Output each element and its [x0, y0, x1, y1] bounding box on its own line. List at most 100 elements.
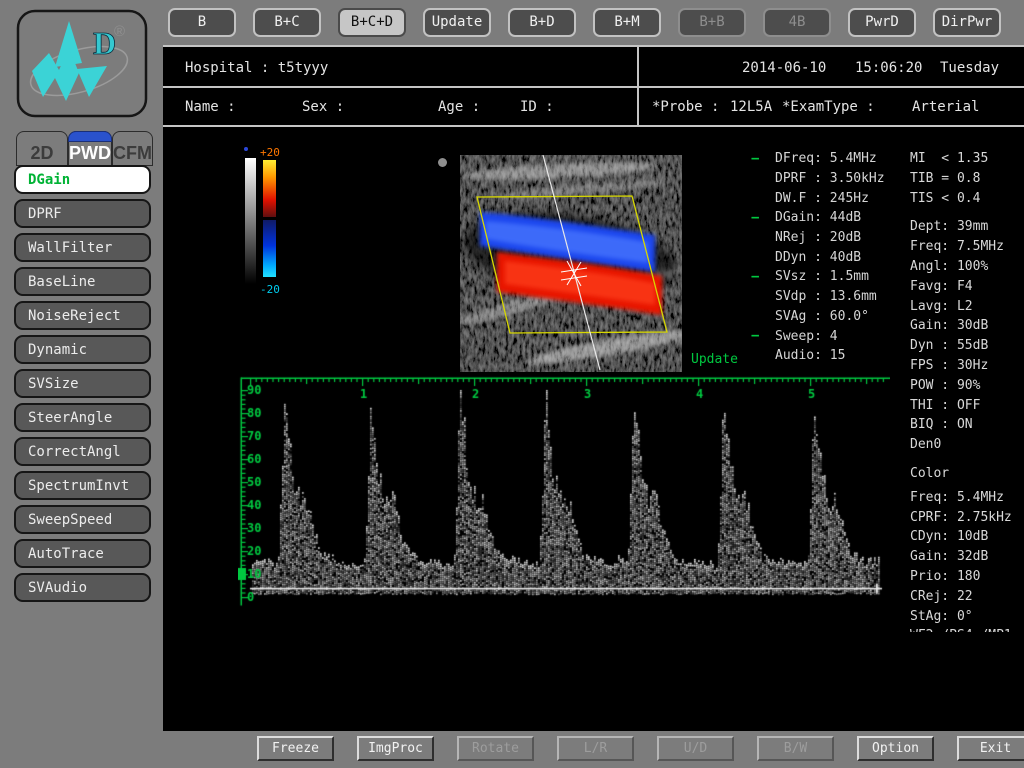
- bottom-button[interactable]: B/W: [757, 736, 834, 761]
- ultrasound-console-screen: B B+C B+C+D Update B+D B+M B+B 4B PwrD D…: [0, 0, 1024, 768]
- system-parameter-row: CRej: 22: [910, 587, 1024, 607]
- system-parameter-row: POW : 90%: [910, 376, 1024, 396]
- bottom-button[interactable]: Exit: [957, 736, 1024, 761]
- menu-button[interactable]: DPRF: [14, 199, 151, 228]
- update-status-label: Update: [691, 352, 738, 367]
- mode-button[interactable]: B+C: [253, 8, 321, 37]
- doppler-colorbar: [263, 160, 276, 280]
- time-label: 15:06:20: [855, 60, 922, 76]
- mode-button[interactable]: Update: [423, 8, 491, 37]
- pw-parameter-row: SVAg : 60.0°: [751, 307, 901, 327]
- pw-parameter-row: DDyn : 40dB: [751, 247, 901, 267]
- doppler-colorbar-positive: [263, 160, 276, 217]
- menu-button[interactable]: Dynamic: [14, 335, 151, 364]
- header-divider-bottom: [163, 125, 1024, 127]
- bottom-button[interactable]: Option: [857, 736, 934, 761]
- mode-toolbar: B B+C B+C+D Update B+D B+M B+B 4B PwrD D…: [168, 8, 1001, 37]
- mode-button[interactable]: B: [168, 8, 236, 37]
- pw-parameter-row: DPRF : 3.50kHz: [751, 169, 901, 189]
- mode-button[interactable]: 4B: [763, 8, 831, 37]
- sidebar-tab[interactable]: PWD: [68, 131, 112, 166]
- name-label: Name :: [185, 99, 236, 115]
- bmode-image: [460, 155, 682, 372]
- age-label: Age :: [438, 99, 480, 115]
- pw-parameter-text: DDyn : 40dB: [775, 250, 861, 265]
- pw-parameter-text: SVsz : 1.5mm: [775, 269, 869, 284]
- system-parameter-row: StAg: 0°: [910, 607, 1024, 627]
- mode-button[interactable]: B+D: [508, 8, 576, 37]
- pw-parameter-text: SVdp : 13.6mm: [775, 289, 877, 304]
- system-parameter-row: Dept: 39mm: [910, 217, 1024, 237]
- system-parameter-row: Gain: 32dB: [910, 547, 1024, 567]
- sex-label: Sex :: [302, 99, 344, 115]
- pw-parameter-row: − DFreq: 5.4MHz: [751, 149, 901, 169]
- menu-button[interactable]: WallFilter: [14, 233, 151, 262]
- menu-button[interactable]: SteerAngle: [14, 403, 151, 432]
- svg-text:D: D: [93, 25, 116, 61]
- menu-button[interactable]: DGain: [14, 165, 151, 194]
- sidebar-tabs: 2D PWD CFM: [16, 131, 153, 166]
- system-parameter-row: CDyn: 10dB: [910, 527, 1024, 547]
- pw-parameter-row: NRej : 20dB: [751, 228, 901, 248]
- system-parameter-row: Freq: 5.4MHz: [910, 488, 1024, 508]
- hospital-label: Hospital : t5tyyy: [185, 60, 328, 76]
- pwd-control-menu: DGain DPRF WallFilter BaseLine NoiseReje…: [14, 165, 151, 607]
- pw-parameter-row: DW.F : 245Hz: [751, 188, 901, 208]
- date-label: 2014-06-10: [742, 60, 826, 76]
- menu-button[interactable]: SVSize: [14, 369, 151, 398]
- probe-label: *Probe :: [652, 99, 719, 115]
- bottom-toolbar: Freeze ImgProc Rotate L/R U/D B/W Option…: [257, 736, 1024, 761]
- system-parameter-row: TIB = 0.8: [910, 169, 1024, 189]
- active-param-marker: −: [751, 328, 775, 344]
- doppler-colorbar-negative: [263, 220, 276, 277]
- menu-button[interactable]: SpectrumInvt: [14, 471, 151, 500]
- active-param-marker: −: [751, 151, 775, 167]
- active-param-marker: −: [751, 269, 775, 285]
- examtype-value: Arterial: [912, 99, 979, 115]
- mode-button[interactable]: B+M: [593, 8, 661, 37]
- system-parameter-row: Dyn : 55dB: [910, 336, 1024, 356]
- pw-spectrum-canvas: [238, 376, 890, 611]
- bottom-button[interactable]: L/R: [557, 736, 634, 761]
- id-label: ID :: [520, 99, 554, 115]
- bottom-button[interactable]: U/D: [657, 736, 734, 761]
- mode-button[interactable]: PwrD: [848, 8, 916, 37]
- pw-parameter-text: SVAg : 60.0°: [775, 309, 869, 324]
- sidebar-tab[interactable]: 2D: [16, 131, 68, 166]
- bottom-button[interactable]: ImgProc: [357, 736, 434, 761]
- pw-parameter-row: − SVsz : 1.5mm: [751, 267, 901, 287]
- system-parameter-row: WF2 /PS4 /MP1: [910, 626, 1024, 632]
- mode-button[interactable]: B+C+D: [338, 8, 406, 37]
- system-parameter-row: Gain: 30dB: [910, 316, 1024, 336]
- menu-button[interactable]: BaseLine: [14, 267, 151, 296]
- pw-parameter-list: − DFreq: 5.4MHz DPRF : 3.50kHz DW.F : 24…: [751, 149, 901, 366]
- bottom-button[interactable]: Freeze: [257, 736, 334, 761]
- bottom-button[interactable]: Rotate: [457, 736, 534, 761]
- header-divider-top: [163, 45, 1024, 47]
- pw-parameter-text: Audio: 15: [775, 348, 845, 363]
- pw-parameter-text: DGain: 44dB: [775, 210, 861, 225]
- mode-button[interactable]: DirPwr: [933, 8, 1001, 37]
- menu-button[interactable]: SweepSpeed: [14, 505, 151, 534]
- system-parameter-row: MI < 1.35: [910, 149, 1024, 169]
- system-parameter-row: Lavg: L2: [910, 297, 1024, 317]
- menu-button[interactable]: NoiseReject: [14, 301, 151, 330]
- menu-button[interactable]: CorrectAngl: [14, 437, 151, 466]
- header-divider-vertical: [637, 45, 639, 127]
- sidebar-tab[interactable]: CFM: [112, 131, 153, 166]
- system-parameter-row: Favg: F4: [910, 277, 1024, 297]
- pw-parameter-row: − DGain: 44dB: [751, 208, 901, 228]
- focus-marker-dot: [244, 147, 248, 151]
- pw-parameter-text: DPRF : 3.50kHz: [775, 171, 885, 186]
- system-parameter-row: Angl: 100%: [910, 257, 1024, 277]
- menu-button[interactable]: AutoTrace: [14, 539, 151, 568]
- colorbar-max-label: +20: [260, 146, 280, 159]
- menu-button[interactable]: SVAudio: [14, 573, 151, 602]
- pw-parameter-text: NRej : 20dB: [775, 230, 861, 245]
- mode-button[interactable]: B+B: [678, 8, 746, 37]
- pw-parameter-text: DW.F : 245Hz: [775, 191, 869, 206]
- system-parameter-row: FPS : 30Hz: [910, 356, 1024, 376]
- focal-position-dot: [438, 158, 447, 167]
- pw-parameter-row: Audio: 15: [751, 346, 901, 366]
- system-parameter-row: Color: [910, 464, 1024, 484]
